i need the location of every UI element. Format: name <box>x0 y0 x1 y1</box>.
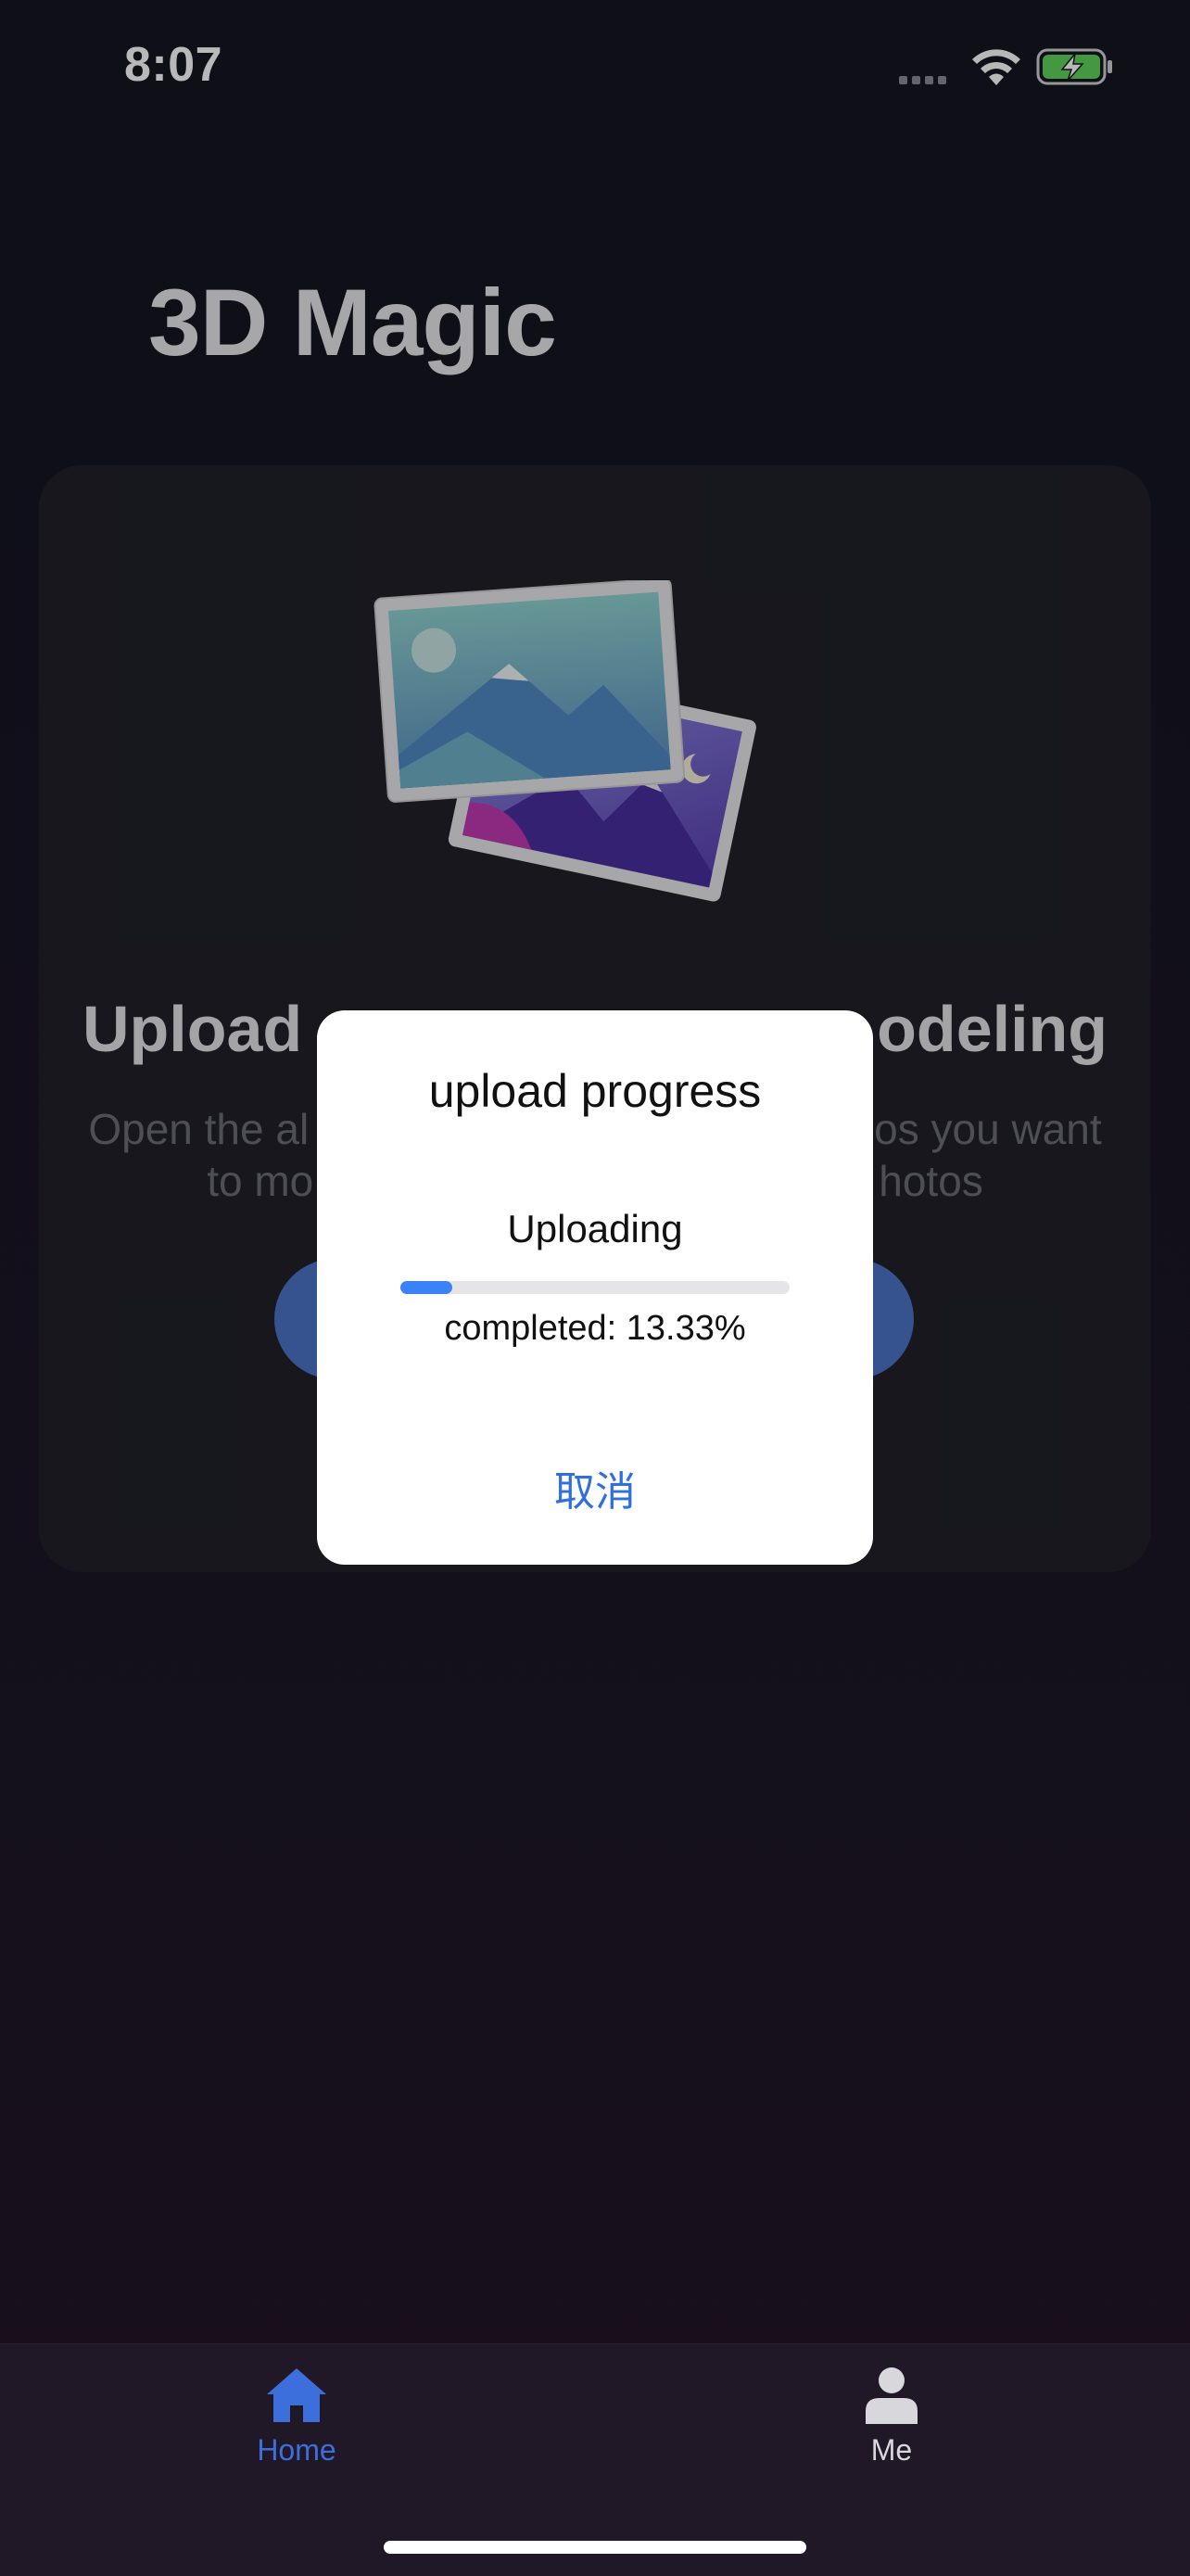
tab-home-label: Home <box>257 2433 336 2467</box>
upload-progress-dialog: upload progress Uploading completed: 13.… <box>317 1010 873 1565</box>
upload-status: Uploading <box>507 1207 683 1250</box>
completed-percent: completed: 13.33% <box>444 1309 746 1348</box>
tab-me-label: Me <box>870 2433 913 2467</box>
home-indicator[interactable] <box>384 2541 806 2554</box>
tab-home[interactable]: Home <box>185 2365 408 2494</box>
person-icon <box>866 2367 918 2424</box>
tab-me[interactable]: Me <box>780 2365 1003 2494</box>
dialog-title: upload progress <box>428 1065 762 1117</box>
progress-bar-fill <box>400 1281 452 1294</box>
home-icon <box>267 2368 326 2422</box>
progress-bar <box>400 1281 790 1294</box>
cancel-button[interactable]: 取消 <box>484 1455 706 1529</box>
